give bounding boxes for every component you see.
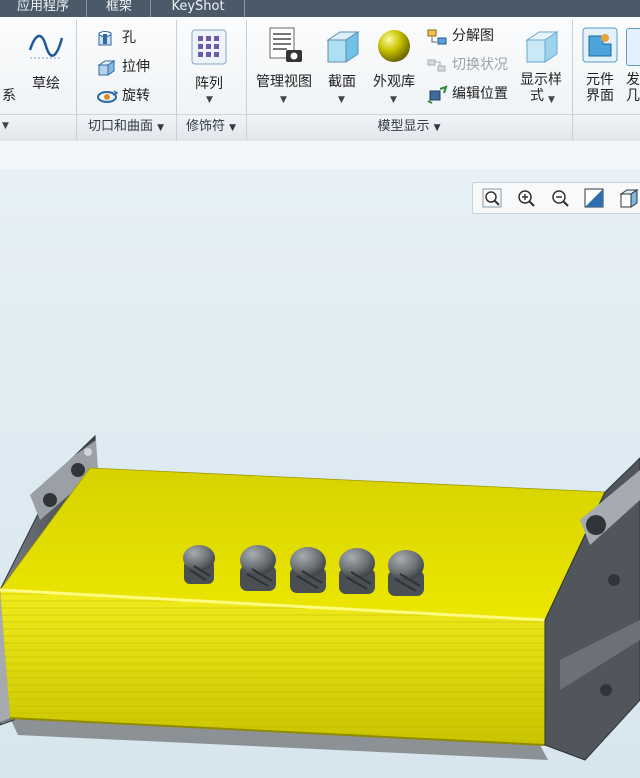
- component-interface-label-line2: 界面: [586, 88, 614, 104]
- cable-gland-1: [183, 545, 215, 584]
- dropdown-arrow-icon: ▼: [433, 123, 441, 133]
- display-style-label-line2: 式: [530, 88, 544, 104]
- extrude-icon: [97, 60, 116, 76]
- revolve-label: 旋转: [122, 88, 150, 104]
- pattern-button[interactable]: 阵列 ▼: [186, 28, 232, 106]
- revolve-icon: [97, 90, 118, 103]
- group-separator: [572, 20, 573, 140]
- cable-gland-2: [240, 545, 276, 591]
- manage-views-button[interactable]: 管理视图 ▼: [252, 26, 316, 110]
- dropdown-arrow-icon: ▼: [548, 95, 555, 105]
- partial-button-label-line2: 几: [626, 88, 640, 104]
- hole-icon: [98, 31, 112, 46]
- dropdown-arrow-icon: ▼: [280, 95, 287, 105]
- component-interface-label-line1: 元件: [586, 72, 614, 88]
- toggle-state-label: 切换状况: [452, 57, 508, 73]
- cut-surface-group-label[interactable]: 切口和曲面 ▼: [77, 115, 175, 139]
- tab-keyshot[interactable]: KeyShot: [152, 0, 245, 17]
- modifier-group-label[interactable]: 修饰符 ▼: [177, 115, 245, 139]
- assembly-3d-model[interactable]: [0, 169, 640, 778]
- display-style-button[interactable]: 显示样 式 ▼: [516, 26, 566, 110]
- manage-views-icon: [269, 27, 302, 62]
- tab-applications[interactable]: 应用程序: [0, 0, 87, 17]
- sketch-button[interactable]: 草绘: [24, 28, 68, 98]
- appearance-library-label: 外观库: [373, 74, 415, 90]
- cable-gland-3: [290, 547, 326, 593]
- dropdown-arrow-icon: ▼: [229, 123, 237, 133]
- partial-button-icon: [626, 28, 640, 66]
- display-style-label-line1: 显示样: [520, 72, 562, 88]
- model-display-group-label[interactable]: 模型显示 ▼: [247, 115, 571, 139]
- dropdown-arrow-icon: ▼: [390, 95, 397, 105]
- coordinate-system-label: 系: [2, 88, 16, 104]
- section-button[interactable]: 截面 ▼: [320, 26, 364, 110]
- app-window: 应用程序 框架 KeyShot 系 草绘 ▼ 孔 拉伸 旋转 切口和曲面 ▼ 阵…: [0, 0, 640, 778]
- section-icon: [326, 31, 360, 63]
- cable-gland-5: [388, 550, 424, 596]
- display-style-icon: [525, 31, 559, 63]
- manage-views-label: 管理视图: [256, 74, 312, 90]
- model-display-group-label-text: 模型显示: [377, 119, 430, 134]
- pattern-icon: [191, 29, 227, 65]
- edit-position-label: 编辑位置: [452, 86, 508, 102]
- appearance-library-button[interactable]: 外观库 ▼: [368, 26, 420, 110]
- dropdown-arrow-icon: ▼: [338, 95, 345, 105]
- pattern-label: 阵列: [195, 76, 223, 92]
- component-interface-button[interactable]: 元件 界面: [578, 26, 622, 110]
- modifier-group-label-text: 修饰符: [185, 119, 225, 134]
- dropdown-arrow-icon: ▼: [157, 123, 165, 133]
- cut-surface-group-label-text: 切口和曲面: [87, 119, 153, 134]
- partial-ribbon-button[interactable]: 发 几: [626, 28, 640, 112]
- sketch-label: 草绘: [32, 76, 60, 92]
- sketch-icon: [28, 34, 64, 59]
- dropdown-arrow-icon: ▼: [206, 95, 213, 105]
- ribbon-tab-bar: 应用程序 框架 KeyShot: [0, 0, 640, 17]
- extrude-label: 拉伸: [122, 59, 150, 75]
- partial-button-label-line1: 发: [626, 72, 640, 88]
- tab-frame[interactable]: 框架: [88, 0, 151, 17]
- dropdown-arrow-icon[interactable]: ▼: [2, 121, 9, 131]
- toggle-state-icon: [427, 59, 446, 72]
- coordinate-system-button[interactable]: 系: [0, 88, 18, 104]
- secondary-toolbar-strip: [0, 141, 640, 170]
- section-label: 截面: [328, 74, 356, 90]
- edit-position-icon: [427, 85, 448, 104]
- exploded-view-icon: [427, 29, 447, 45]
- component-interface-icon: [582, 27, 618, 63]
- hole-label: 孔: [122, 30, 136, 46]
- cable-gland-4: [339, 548, 375, 594]
- appearance-sphere-icon: [378, 30, 410, 62]
- exploded-view-label: 分解图: [452, 28, 494, 44]
